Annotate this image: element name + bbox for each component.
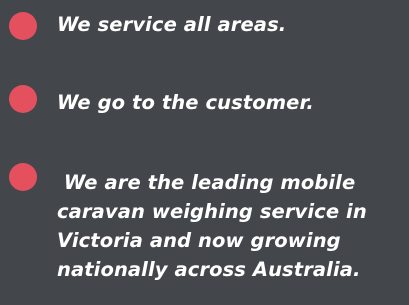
feature-text-line: nationally across Australia. (57, 258, 361, 281)
feature-text: We service all areas. (57, 13, 287, 36)
feature-text-line: caravan weighing service in (57, 200, 367, 223)
bullet-dot-icon (9, 163, 37, 191)
feature-text-line: Victoria and now growing (57, 229, 341, 252)
feature-text-line: We are the leading mobile (57, 171, 356, 194)
bullet-dot-icon (9, 12, 37, 40)
feature-text: We are the leading mobile caravan weighi… (57, 168, 367, 284)
feature-list: We service all areas. We go to the custo… (0, 0, 409, 305)
bullet-dot-icon (9, 85, 37, 113)
feature-text: We go to the customer. (57, 91, 314, 114)
